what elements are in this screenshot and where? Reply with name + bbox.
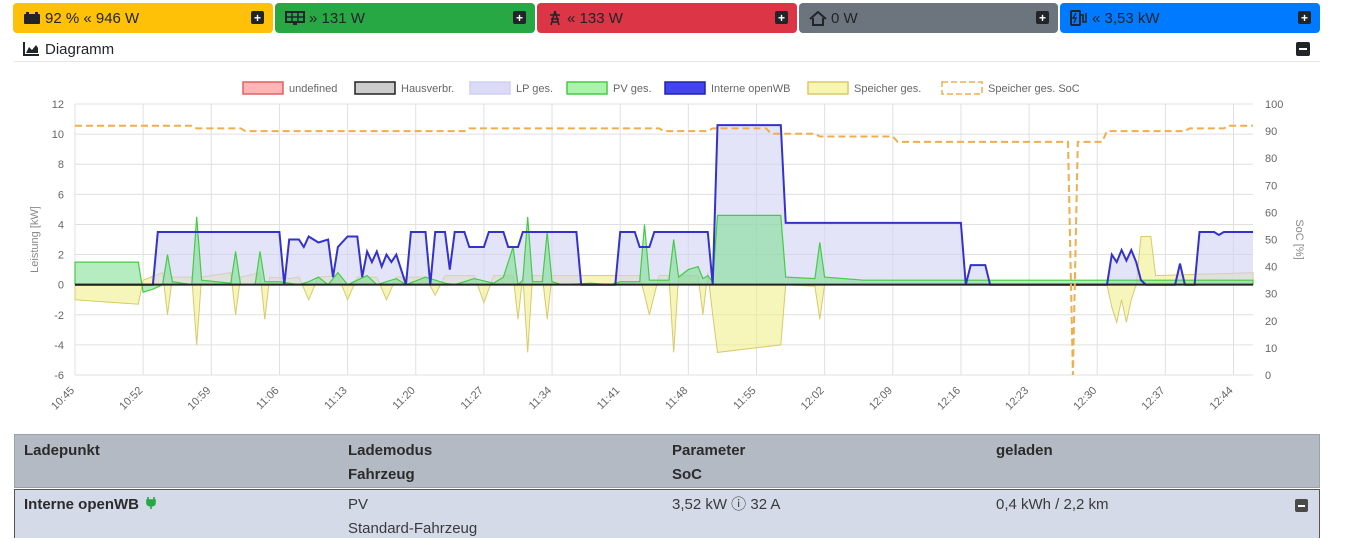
- plug-icon: [146, 493, 156, 517]
- header-geladen: geladen: [996, 442, 1053, 459]
- grid-tile[interactable]: « 133 W +: [537, 3, 797, 33]
- legend-swatch: [242, 81, 284, 95]
- y-axis-label: Leistung [kW]: [29, 206, 41, 273]
- legend-label: LP ges.: [516, 83, 553, 95]
- y2-tick-label: 20: [1265, 316, 1277, 328]
- power-chart: 12 10 8 6 4 2 0 -2 -4 -6 100 90 80 70 60 50 40 30 20 10 0 10:…: [14, 63, 1320, 433]
- x-tick-label: 11:13: [322, 385, 349, 412]
- x-tick-label: 12:23: [1003, 385, 1031, 413]
- area-chart-icon: [23, 42, 40, 56]
- header-lademodus: Lademodus: [348, 442, 433, 459]
- header-parameter: Parameter: [672, 442, 746, 459]
- expand-house-button[interactable]: +: [1036, 11, 1049, 24]
- y-tick-label: 12: [52, 99, 64, 111]
- house-icon: [809, 10, 827, 26]
- solar-panel-icon: [285, 11, 305, 25]
- y-tick-label: 4: [58, 219, 64, 231]
- x-tick-label: 12:16: [935, 385, 963, 413]
- x-tick-label: 11:06: [254, 385, 281, 412]
- y-tick-label: -2: [54, 310, 64, 322]
- row-charged: 0,4 kWh / 2,2 km: [996, 496, 1109, 513]
- header-ladepunkt: Ladepunkt: [24, 442, 100, 459]
- x-tick-label: 11:55: [731, 385, 758, 412]
- table-header: Ladepunkt Lademodus Fahrzeug Parameter S…: [14, 434, 1320, 488]
- expand-pv-button[interactable]: +: [513, 11, 526, 24]
- legend-label: Speicher ges.: [854, 83, 921, 95]
- power-tower-icon: [547, 10, 563, 26]
- pv-tile-text: » 131 W: [309, 9, 365, 27]
- y-tick-label: 6: [58, 189, 64, 201]
- battery-tile[interactable]: 92 % « 946 W +: [13, 3, 273, 33]
- legend-label: Interne openWB: [711, 83, 791, 95]
- diagram-header[interactable]: Diagramm: [14, 37, 1320, 62]
- y2-tick-label: 0: [1265, 370, 1271, 382]
- expand-grid-button[interactable]: +: [775, 11, 788, 24]
- battery-tile-text: 92 % « 946 W: [45, 9, 140, 27]
- battery-car-icon: [23, 11, 41, 25]
- row-parameter: 3,52 kW ⓘ 32 A: [672, 496, 781, 513]
- x-tick-label: 11:34: [527, 385, 554, 412]
- charge-tile-text: « 3,53 kW: [1092, 9, 1160, 27]
- legend-swatch: [941, 81, 983, 95]
- y2-tick-label: 90: [1265, 126, 1277, 138]
- legend-label: Hausverbr.: [401, 83, 454, 95]
- x-tick-label: 12:44: [1208, 385, 1236, 413]
- grid-tile-text: « 133 W: [567, 9, 623, 27]
- collapse-diagram-button[interactable]: [1296, 42, 1310, 56]
- row-charge-mode[interactable]: PV: [348, 493, 368, 517]
- y2-tick-label: 60: [1265, 207, 1277, 219]
- x-tick-label: 10:52: [117, 385, 145, 413]
- x-tick-label: 11:27: [459, 385, 486, 412]
- y2-tick-label: 10: [1265, 343, 1277, 355]
- collapse-row-button[interactable]: [1295, 499, 1308, 512]
- charging-station-icon: [1070, 10, 1088, 26]
- y2-tick-label: 50: [1265, 235, 1277, 247]
- y2-axis-label: SoC [%]: [1293, 219, 1305, 259]
- pv-tile[interactable]: » 131 W +: [275, 3, 535, 33]
- header-fahrzeug: Fahrzeug: [348, 466, 415, 483]
- expand-battery-button[interactable]: +: [251, 11, 264, 24]
- legend-swatch: [566, 81, 608, 95]
- legend-swatch: [664, 81, 706, 95]
- x-tick-label: 11:48: [663, 385, 690, 412]
- y-tick-label: -4: [54, 340, 64, 352]
- row-chargepoint-name: Interne openWB: [24, 493, 156, 517]
- house-tile-text: 0 W: [831, 9, 858, 27]
- x-tick-label: 12:09: [867, 385, 895, 413]
- y-tick-label: 8: [58, 159, 64, 171]
- charge-tile[interactable]: « 3,53 kW +: [1060, 3, 1320, 33]
- y2-tick-label: 30: [1265, 289, 1277, 301]
- y-tick-label: 0: [58, 280, 64, 292]
- y2-tick-label: 100: [1265, 99, 1283, 111]
- x-tick-label: 12:37: [1140, 385, 1168, 413]
- legend-swatch: [354, 81, 396, 95]
- x-tick-label: 11:20: [390, 385, 417, 412]
- legend-label: Speicher ges. SoC: [988, 83, 1080, 95]
- y-tick-label: 2: [58, 250, 64, 262]
- legend-swatch: [469, 81, 511, 95]
- y2-tick-label: 40: [1265, 262, 1277, 274]
- legend-swatch: [807, 81, 849, 95]
- legend-label: undefined: [289, 83, 337, 95]
- table-row[interactable]: Interne openWB PV Standard-Fahrzeug 3,52…: [14, 489, 1320, 538]
- x-tick-label: 12:02: [799, 385, 827, 413]
- x-tick-label: 12:30: [1071, 385, 1099, 413]
- house-tile[interactable]: 0 W +: [799, 3, 1058, 33]
- header-soc: SoC: [672, 466, 702, 483]
- y2-tick-label: 80: [1265, 153, 1277, 165]
- x-tick-label: 10:59: [185, 385, 213, 413]
- row-vehicle[interactable]: Standard-Fahrzeug: [348, 517, 477, 541]
- y2-tick-label: 70: [1265, 180, 1277, 192]
- expand-charge-button[interactable]: +: [1298, 11, 1311, 24]
- x-tick-label: 11:41: [595, 385, 622, 412]
- legend-label: PV ges.: [613, 83, 652, 95]
- diagram-title: Diagramm: [45, 40, 115, 58]
- series-lp-area: [75, 125, 1253, 285]
- y-tick-label: -6: [54, 370, 64, 382]
- x-tick-label: 10:45: [49, 385, 77, 413]
- y-tick-label: 10: [52, 129, 64, 141]
- chargepoint-name-text: Interne openWB: [24, 496, 139, 513]
